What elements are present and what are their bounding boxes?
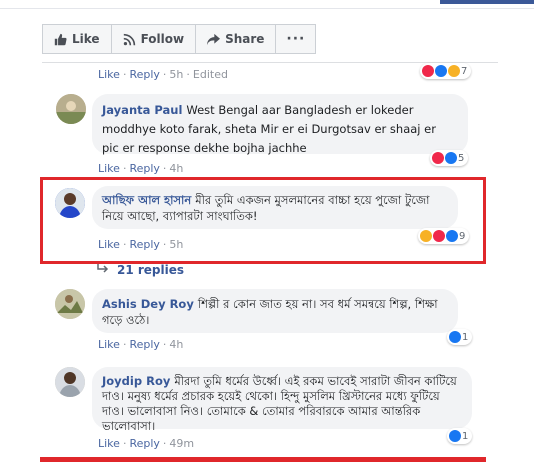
like-button[interactable]: Like: [42, 24, 112, 54]
comment-bubble: আছিফ আল হাসান মীর তুমি একজন মুসলমানের বাচ…: [92, 186, 458, 229]
thumbs-up-icon: [54, 33, 67, 46]
top-bar-accent: [440, 0, 534, 4]
reply-link[interactable]: Reply: [129, 338, 159, 351]
comment-author[interactable]: Jayanta Paul: [102, 103, 182, 117]
reaction-summary[interactable]: 1: [447, 329, 473, 345]
timestamp: 49m: [169, 437, 195, 450]
like-link[interactable]: Like: [98, 437, 120, 450]
timestamp: 4h: [169, 162, 184, 175]
post-actions-bar: Like Follow Share ···: [42, 22, 322, 56]
more-icon: ···: [286, 31, 306, 47]
share-arrow-icon: [207, 33, 221, 46]
replies-count: 21 replies: [117, 263, 185, 277]
like-icon: [445, 152, 457, 164]
comment-meta: Like · Reply · 5h: [98, 238, 184, 251]
comment-meta: Like · Reply · 49m: [98, 437, 195, 450]
highlight-box-edge: [40, 457, 486, 462]
comment-author[interactable]: Ashis Dey Roy: [102, 297, 194, 311]
love-icon: [432, 152, 444, 164]
reaction-summary[interactable]: 7: [420, 63, 472, 79]
comment-author[interactable]: আছিফ আল হাসান: [102, 193, 191, 207]
like-label: Like: [72, 32, 100, 46]
reaction-summary[interactable]: 9: [418, 228, 470, 244]
haha-icon: [420, 230, 432, 242]
comment-bubble: Jayanta Paul West Bengal aar Bangladesh e…: [92, 94, 468, 155]
comment-meta: Like · Reply · 4h: [98, 338, 184, 351]
share-label: Share: [225, 32, 265, 46]
like-link[interactable]: Like: [98, 238, 120, 251]
timestamp: 5h: [169, 238, 184, 251]
comment-meta: Like · Reply · 4h: [98, 162, 184, 175]
like-icon: [435, 65, 447, 77]
love-icon: [433, 230, 445, 242]
like-icon: [446, 230, 458, 242]
love-icon: [422, 65, 434, 77]
comment-meta-top: Like · Reply · 5h · Edited: [98, 68, 228, 81]
avatar[interactable]: [56, 94, 86, 124]
rss-icon: [123, 33, 136, 46]
avatar[interactable]: [55, 289, 85, 319]
reaction-summary[interactable]: 1: [447, 428, 473, 444]
view-replies-link[interactable]: 21 replies: [97, 263, 184, 277]
top-bar: [0, 0, 534, 9]
like-link[interactable]: Like: [98, 338, 120, 351]
share-button[interactable]: Share: [195, 24, 277, 54]
timestamp: 5h: [169, 68, 184, 81]
reply-link[interactable]: Reply: [129, 68, 159, 81]
follow-label: Follow: [140, 32, 185, 46]
more-options-button[interactable]: ···: [275, 24, 317, 54]
edited-label: Edited: [192, 68, 228, 81]
avatar[interactable]: [55, 188, 85, 218]
like-icon: [449, 430, 461, 442]
reply-link[interactable]: Reply: [129, 162, 159, 175]
reply-arrow-icon: [97, 263, 109, 277]
reaction-summary[interactable]: 5: [430, 150, 469, 166]
haha-icon: [448, 65, 460, 77]
comment-bubble: Joydip Roy মীরদা তুমি ধর্মের উর্ধ্বে। এই …: [92, 367, 472, 433]
comment-bubble: Ashis Dey Roy শিল্পী র কোন জাত হয় না। সব…: [92, 289, 458, 333]
follow-button[interactable]: Follow: [110, 24, 197, 54]
like-icon: [449, 331, 461, 343]
like-link[interactable]: Like: [98, 68, 120, 81]
avatar[interactable]: [55, 367, 85, 397]
reply-link[interactable]: Reply: [129, 437, 159, 450]
comment-author[interactable]: Joydip Roy: [102, 374, 170, 388]
reply-link[interactable]: Reply: [129, 238, 159, 251]
like-link[interactable]: Like: [98, 162, 120, 175]
timestamp: 4h: [169, 338, 184, 351]
